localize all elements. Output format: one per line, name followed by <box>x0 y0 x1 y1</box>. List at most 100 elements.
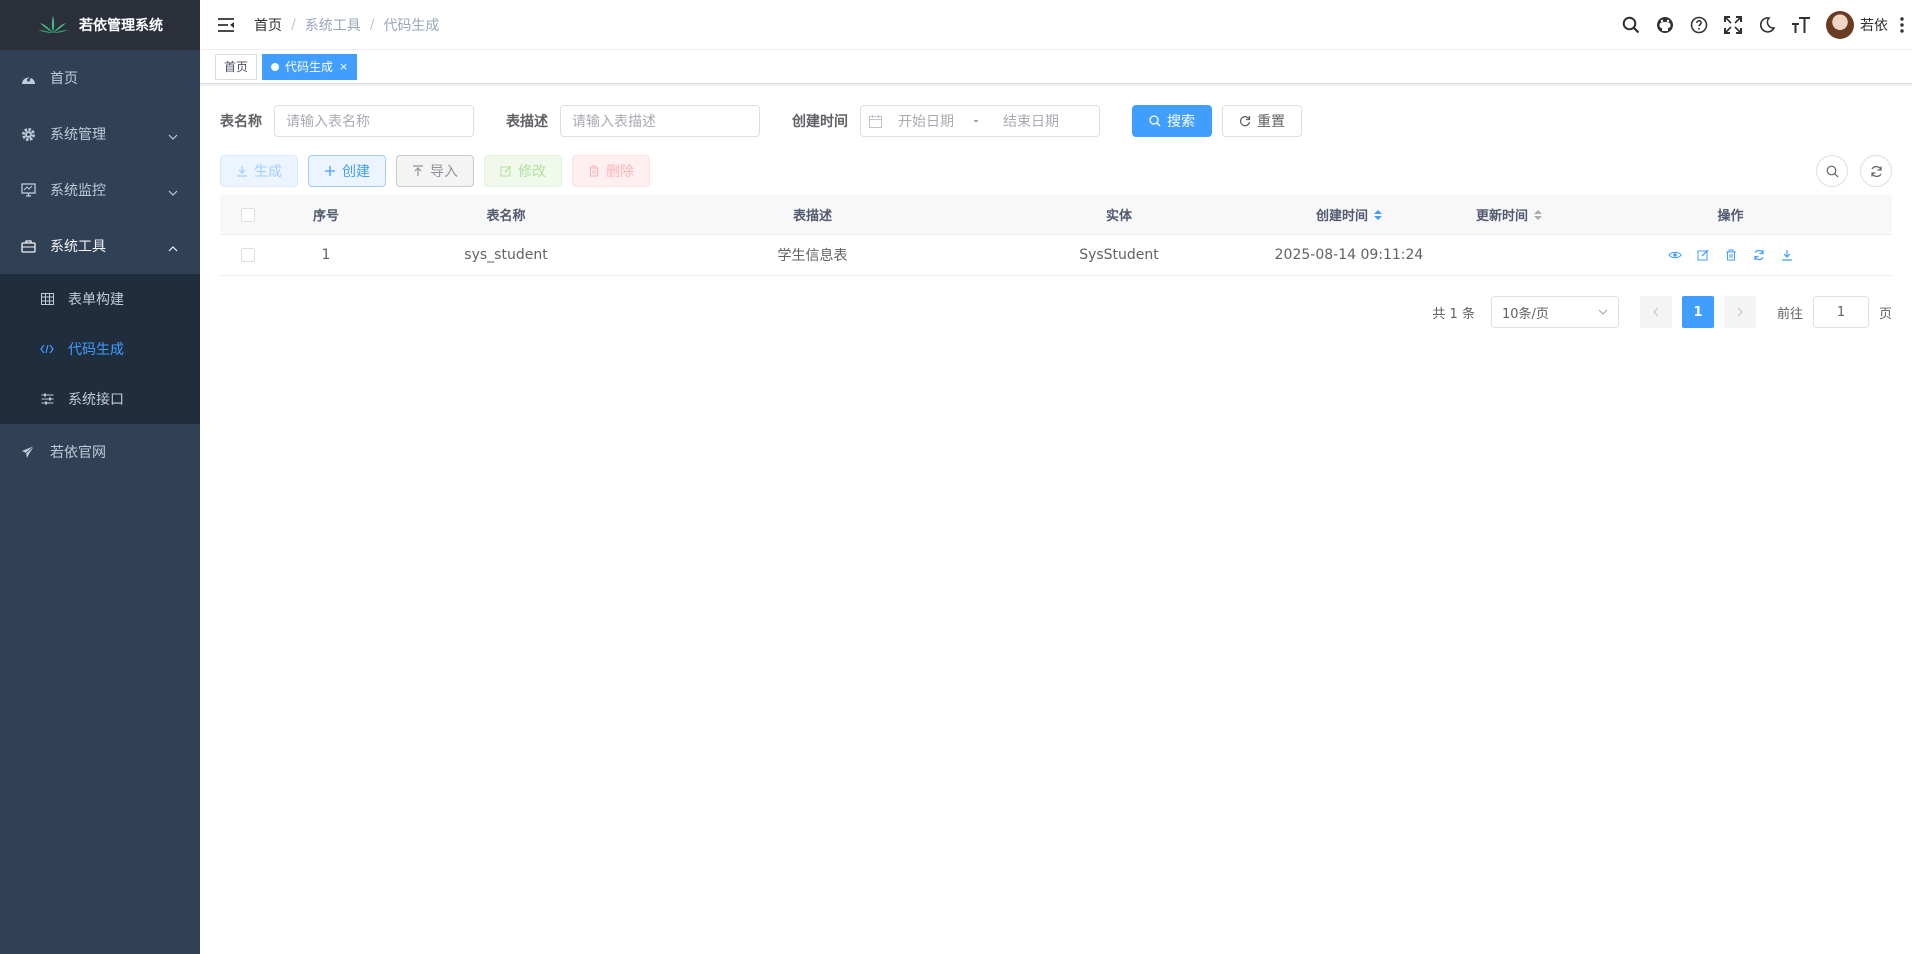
cell-entity: SysStudent <box>1079 247 1159 263</box>
create-time-label: 创建时间 <box>792 114 848 130</box>
col-index: 序号 <box>312 209 339 224</box>
breadcrumb-code-gen: 代码生成 <box>383 17 440 34</box>
refresh-icon <box>1870 165 1882 177</box>
end-date-placeholder[interactable]: 结束日期 <box>986 111 1076 131</box>
date-range-picker[interactable]: 开始日期 - 结束日期 <box>860 105 1100 137</box>
sidebar-item-label: 表单构建 <box>68 292 124 308</box>
pagination: 共 1 条 10条/页 1 前往 1 页 <box>220 296 1892 328</box>
delete-row-button[interactable] <box>1724 248 1738 262</box>
row-checkbox[interactable] <box>241 248 255 262</box>
table-name-input[interactable]: 请输入表名称 <box>274 105 474 137</box>
create-button[interactable]: 创建 <box>308 155 386 187</box>
page-number-current[interactable]: 1 <box>1681 296 1714 328</box>
theme-toggle-button[interactable] <box>1750 0 1784 50</box>
fullscreen-icon <box>1724 16 1742 34</box>
edit-button-label: 修改 <box>518 164 546 180</box>
moon-icon <box>1759 17 1776 33</box>
sidebar-item-label: 首页 <box>50 71 78 87</box>
sidebar-item-system-management[interactable]: 系统管理 <box>0 106 200 162</box>
reset-button-label: 重置 <box>1257 114 1285 130</box>
col-create-time[interactable]: 创建时间 <box>1249 195 1449 234</box>
toggle-search-button[interactable] <box>1816 155 1848 187</box>
avatar <box>1826 11 1854 39</box>
calendar-icon <box>869 114 882 128</box>
refresh-icon <box>1753 249 1764 261</box>
sidebar-item-website[interactable]: 若依官网 <box>0 424 200 480</box>
download-icon <box>1781 250 1792 261</box>
header-search-button[interactable] <box>1614 0 1648 50</box>
user-menu[interactable]: 若依 <box>1826 11 1888 39</box>
more-vertical-icon <box>1900 17 1904 33</box>
app-title: 若依管理系统 <box>79 18 163 34</box>
row-select <box>220 235 276 275</box>
generate-row-button[interactable] <box>1780 248 1794 262</box>
close-icon[interactable]: × <box>339 55 348 79</box>
page-size-value: 10条/页 <box>1501 306 1549 322</box>
refresh-icon <box>1239 116 1251 127</box>
select-all-checkbox[interactable] <box>241 207 255 222</box>
edit-icon <box>500 165 512 177</box>
sync-row-button[interactable] <box>1752 248 1766 262</box>
breadcrumb-home[interactable]: 首页 <box>254 15 282 35</box>
goto-label: 前往 <box>1776 306 1803 322</box>
tag-code-gen[interactable]: 代码生成 × <box>262 53 358 80</box>
github-button[interactable] <box>1648 0 1682 50</box>
sidebar-item-code-gen[interactable]: 代码生成 <box>0 324 200 374</box>
table-header: 序号 表名称 表描述 实体 创建时间 更新时间 操作 <box>220 195 1892 235</box>
active-dot-icon <box>271 62 280 71</box>
menu-fold-icon <box>218 17 234 32</box>
sort-icon[interactable] <box>1374 209 1382 220</box>
col-update-time[interactable]: 更新时间 <box>1449 195 1569 234</box>
table-row: 1 sys_student 学生信息表 SysStudent 2025-08-1… <box>220 235 1892 275</box>
search-button[interactable]: 搜索 <box>1132 105 1212 137</box>
more-button[interactable] <box>1892 0 1912 50</box>
sidebar-item-label: 系统监控 <box>50 183 106 199</box>
goto-page-input[interactable]: 1 <box>1812 296 1869 328</box>
dashboard-icon <box>20 70 36 86</box>
edit-button[interactable]: 修改 <box>484 155 562 187</box>
chevron-down-icon <box>168 128 178 144</box>
table-name-label: 表名称 <box>220 114 262 130</box>
delete-button-label: 删除 <box>606 164 634 180</box>
breadcrumb-system-tools: 系统工具 <box>304 17 361 34</box>
col-entity: 实体 <box>1105 209 1132 224</box>
generate-button[interactable]: 生成 <box>220 155 298 187</box>
logo[interactable]: 若依管理系统 <box>0 0 200 50</box>
download-icon <box>237 166 247 177</box>
search-icon <box>1622 16 1640 34</box>
fullscreen-button[interactable] <box>1716 0 1750 50</box>
docs-button[interactable] <box>1682 0 1716 50</box>
sidebar-item-api[interactable]: 系统接口 <box>0 374 200 424</box>
cell-update-time <box>1449 235 1569 275</box>
input-placeholder: 请输入表描述 <box>572 114 656 130</box>
sidebar-item-home[interactable]: 首页 <box>0 50 200 106</box>
start-date-placeholder[interactable]: 开始日期 <box>886 111 966 131</box>
reset-button[interactable]: 重置 <box>1222 105 1302 137</box>
breadcrumb-separator: / <box>291 16 296 33</box>
table-desc-input[interactable]: 请输入表描述 <box>560 105 760 137</box>
prev-page-button[interactable] <box>1639 296 1672 328</box>
preview-button[interactable] <box>1667 248 1682 262</box>
tag-home[interactable]: 首页 <box>215 53 258 80</box>
question-circle-icon <box>1690 16 1708 34</box>
breadcrumb: 首页 / 系统工具 / 代码生成 <box>254 15 439 35</box>
sidebar-item-form-builder[interactable]: 表单构建 <box>0 274 200 324</box>
generate-button-label: 生成 <box>254 164 282 180</box>
next-page-button[interactable] <box>1723 296 1756 328</box>
page-size-select[interactable]: 10条/页 <box>1490 296 1619 328</box>
import-button[interactable]: 导入 <box>396 155 474 187</box>
logo-icon <box>38 16 68 33</box>
hamburger-button[interactable] <box>208 0 244 50</box>
delete-button[interactable]: 删除 <box>572 155 650 187</box>
edit-row-button[interactable] <box>1696 248 1710 262</box>
col-table-name: 表名称 <box>486 209 526 224</box>
sidebar-item-system-tools[interactable]: 系统工具 <box>0 218 200 274</box>
range-separator: - <box>973 113 979 129</box>
sidebar-item-system-monitor[interactable]: 系统监控 <box>0 162 200 218</box>
sidebar-item-label: 系统接口 <box>68 392 124 408</box>
font-size-button[interactable] <box>1784 0 1818 50</box>
sort-icon[interactable] <box>1534 209 1542 220</box>
sidebar: 若依管理系统 首页 系统管理 系统监控 系统工具 表单构建 代码生成 系统接口 … <box>0 0 200 954</box>
refresh-table-button[interactable] <box>1860 155 1892 187</box>
github-icon <box>1657 17 1673 33</box>
